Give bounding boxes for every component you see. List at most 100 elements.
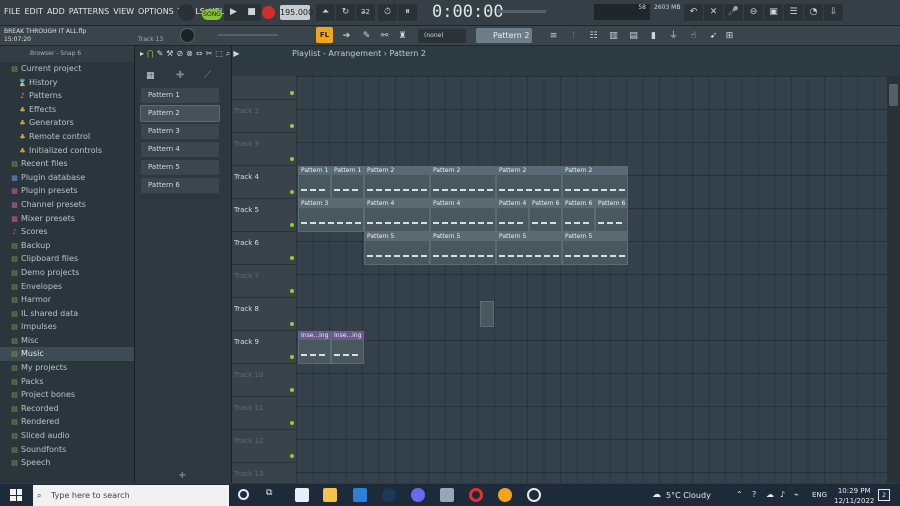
discord-icon[interactable] [411,488,425,502]
countdown-icon[interactable]: ⏱ [378,4,397,21]
browser-item-speech[interactable]: ▤ Speech [0,456,134,470]
track-header[interactable]: Track 10 [232,364,296,397]
playlist-clip[interactable]: Pattern 5 [430,232,496,265]
track-header[interactable]: Track 11 [232,397,296,430]
pitch-slider[interactable] [218,34,278,36]
track-mute-led[interactable] [290,91,294,95]
app-icon[interactable] [440,488,454,502]
browser-icon[interactable]: ▤ [624,28,643,45]
pattern-item[interactable]: Pattern 4 [141,142,219,157]
playlist-clip[interactable]: Pattern 2 [430,166,496,199]
notification-icon[interactable]: 2 [878,489,890,501]
track-header[interactable]: Track 3 [232,133,296,166]
browser-item-effects[interactable]: ♣ Effects [0,103,134,117]
track-header[interactable]: Track 12 [232,430,296,463]
browser-item-envelopes[interactable]: ▤ Envelopes [0,280,134,294]
paint-tool-icon[interactable]: ⚒ [166,49,173,59]
pattern-song-toggle[interactable] [178,4,195,21]
playlist-clip[interactable]: Pattern 5 [496,232,562,265]
select-tool-icon[interactable]: ⬚ [215,49,223,59]
browser-item-harmor[interactable]: ▤ Harmor [0,293,134,307]
pencil-icon[interactable]: ✎ [357,28,376,45]
playlist-clip[interactable]: Pattern 5 [562,232,628,265]
download-icon[interactable]: ⇩ [824,4,843,21]
clone-pattern-icon[interactable]: ⟋ [204,70,211,81]
playlist-clip[interactable]: Pattern 6 [595,199,628,232]
playlist-grid[interactable]: Pattern 1 Pattern 1 Pattern 2 Pattern 2 Patt… [296,76,887,483]
menu-add[interactable]: ADD [47,7,65,16]
playlist-clip[interactable]: Pattern 1 [331,166,364,199]
playlist-clip[interactable]: Pattern 6 [529,199,562,232]
browser-item-patterns[interactable]: ♪ Patterns [0,89,134,103]
pattern-item[interactable]: Pattern 2 [140,105,220,122]
track-header[interactable]: Track 4 [232,166,296,199]
playlist-clip[interactable]: Pattern 3 [298,199,364,232]
menu-edit[interactable]: EDIT [24,7,42,16]
tempo-display[interactable]: 195.000 [280,5,313,20]
playlist-clip[interactable]: Inse...ing [331,331,364,364]
song-time-display[interactable]: 0:00:00 [432,2,504,22]
wrench-icon[interactable]: ♜ [393,28,412,45]
slip-tool-icon[interactable]: ⇔ [196,49,203,59]
playlist-clip[interactable]: Pattern 2 [364,166,430,199]
arrow-tool-icon[interactable]: ▸ [140,49,144,59]
pattern-item[interactable]: Pattern 6 [141,178,219,193]
playlist-clip[interactable]: Inse...ing [298,331,331,364]
track-mute-led[interactable] [290,124,294,128]
pattern-item[interactable]: Pattern 1 [141,88,219,103]
piano-roll-icon[interactable]: ▥ [604,28,623,45]
track-mute-led[interactable] [290,355,294,359]
playlist-icon[interactable]: ≡ [544,28,563,45]
pattern-selector[interactable]: Pattern 2 [476,28,532,43]
master-volume-slider[interactable] [496,10,546,13]
menu-options[interactable]: OPTIONS [138,7,174,16]
song-mode-button[interactable]: SONG [202,9,222,20]
browser-item-initialized-controls[interactable]: ♣ Initialized controls [0,144,134,158]
browser-item-impulses[interactable]: ▤ Impulses [0,320,134,334]
play-button[interactable]: ▶ [224,4,243,21]
track-mute-led[interactable] [290,223,294,227]
plugin-icon[interactable]: ▮ [644,28,663,45]
add-pattern-icon[interactable]: ✚ [176,70,184,81]
playlist-clip[interactable]: Pattern 1 [298,166,331,199]
help-icon[interactable]: ? [752,490,756,499]
playlist-clip[interactable]: Pattern 4 [430,199,496,232]
touch-icon[interactable]: ☝ [684,28,703,45]
chat-icon[interactable]: ◔ [804,4,823,21]
windows-start-icon[interactable] [10,489,22,501]
playlist-clip-small[interactable] [479,301,494,327]
weather-text[interactable]: 5°C Cloudy [666,491,711,500]
language-indicator[interactable]: ENG [812,491,827,499]
record-button[interactable] [262,6,275,19]
step-icon[interactable]: 3̶2 [356,4,375,21]
pattern-item[interactable]: Pattern 5 [141,160,219,175]
microphone-icon[interactable]: 🎤 [724,4,743,21]
browser-item-channel-presets[interactable]: ▦ Channel presets [0,198,134,212]
track-header[interactable]: Track 6 [232,232,296,265]
browser-item-generators[interactable]: ♣ Generators [0,116,134,130]
browser-item-music[interactable]: ▤ Music [0,347,134,362]
track-mute-led[interactable] [290,322,294,326]
mic-tray-icon[interactable]: ♪ [780,490,785,499]
cart-icon[interactable]: ⊞ [720,28,739,45]
browser-item-mixer-presets[interactable]: ▦ Mixer presets [0,212,134,226]
obs-icon[interactable] [527,488,541,502]
track-mute-led[interactable] [290,157,294,161]
playlist-clip[interactable]: Pattern 2 [496,166,562,199]
slice-tool-icon[interactable]: ✂ [206,49,213,59]
vertical-scrollbar[interactable] [887,76,900,483]
browser-item-clipboard-files[interactable]: ▤ Clipboard files [0,252,134,266]
undo-icon[interactable]: ↶ [684,4,703,21]
plug-icon[interactable]: ⏚ [664,28,683,45]
browser-item-il-shared-data[interactable]: ▤ IL shared data [0,307,134,321]
menu-file[interactable]: FILE [4,7,20,16]
loop-record-icon[interactable]: ↻ [336,4,355,21]
close-icon[interactable]: ✕ [704,4,723,21]
blend-icon[interactable]: ⏸ [398,4,417,21]
playback-tool-icon[interactable]: ▶ [233,49,239,59]
main-volume-knob[interactable] [180,28,195,43]
zoom-tool-icon[interactable]: ⌕ [226,49,230,59]
news-icon[interactable]: ☰ [784,4,803,21]
stop-button[interactable]: ■ [242,4,261,21]
add-track-icon[interactable]: + [178,470,186,481]
